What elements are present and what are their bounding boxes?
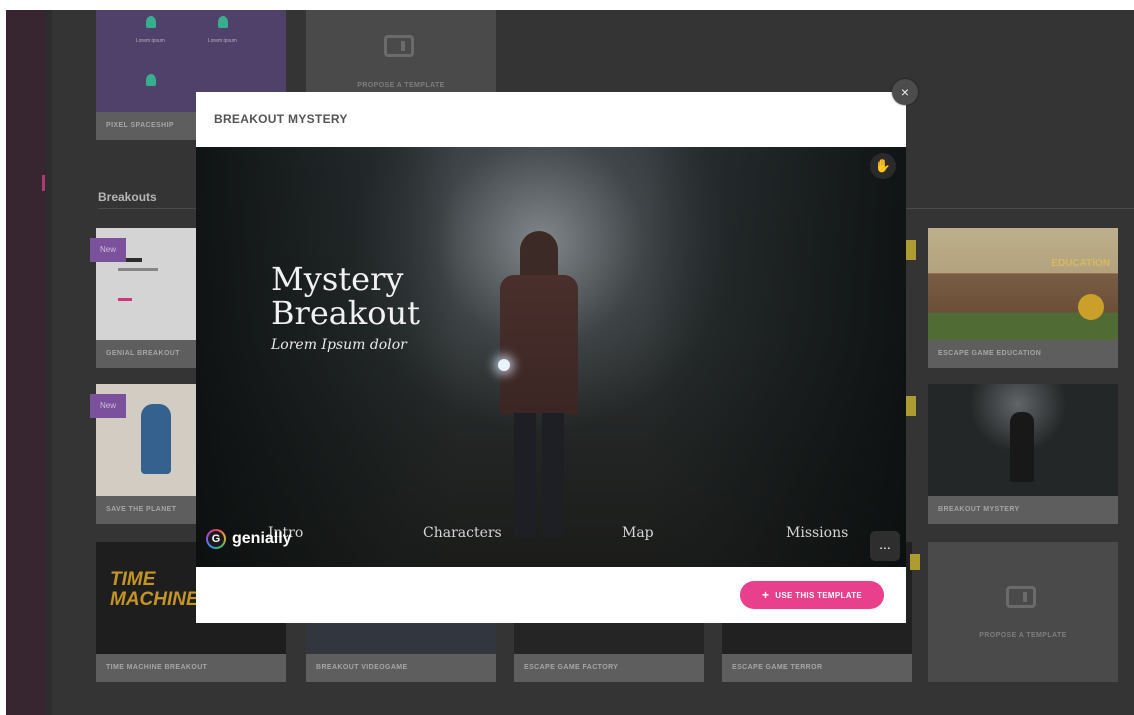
figure-body <box>500 275 578 415</box>
figure-leg <box>542 413 564 538</box>
use-template-label: USE THIS TEMPLATE <box>775 590 863 600</box>
preview-title: Mystery Breakout <box>271 260 420 332</box>
close-icon[interactable]: × <box>892 79 918 105</box>
preview-nav-missions[interactable]: Missions <box>786 525 848 541</box>
genially-logo-icon <box>206 529 226 549</box>
genially-logo: genially <box>206 529 292 549</box>
modal-title: BREAKOUT MYSTERY <box>214 112 348 126</box>
modal-header: BREAKOUT MYSTERY <box>196 92 906 148</box>
template-preview[interactable]: Mystery Breakout Lorem Ipsum dolor Intro… <box>196 147 906 567</box>
figure-leg <box>514 413 536 538</box>
hand-icon[interactable]: ✋ <box>870 153 896 179</box>
preview-nav-map[interactable]: Map <box>622 525 654 541</box>
flashlight-icon <box>498 359 510 371</box>
template-preview-modal: BREAKOUT MYSTERY Mystery Breakout Lorem … <box>196 92 906 623</box>
preview-foliage-left <box>196 147 456 567</box>
plus-icon: + <box>761 588 770 602</box>
use-template-button[interactable]: + USE THIS TEMPLATE <box>740 581 884 609</box>
preview-foliage-right <box>646 147 906 567</box>
preview-nav-characters[interactable]: Characters <box>423 525 502 541</box>
preview-subtitle: Lorem Ipsum dolor <box>271 337 407 353</box>
more-options-button[interactable]: ... <box>870 531 900 561</box>
genially-logo-text: genially <box>232 530 292 547</box>
